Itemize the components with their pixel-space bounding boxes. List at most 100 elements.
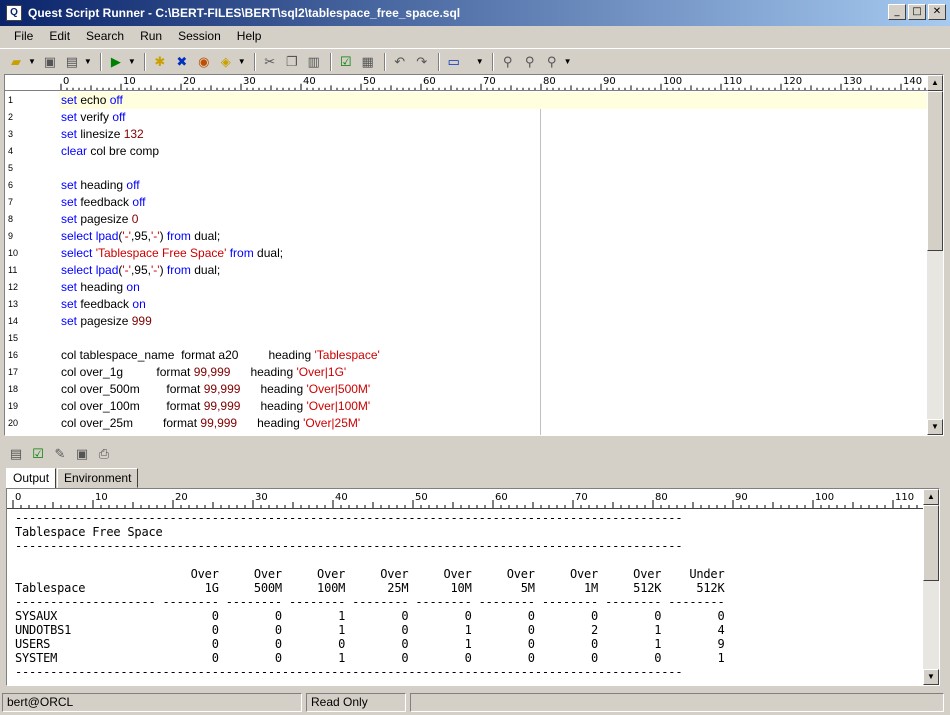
open-dropdown-icon[interactable]: ▼ (28, 57, 36, 66)
code-line[interactable]: col over_25m format 99,999 heading 'Over… (59, 415, 928, 432)
tab-environment[interactable]: Environment (57, 468, 139, 488)
menu-file[interactable]: File (6, 29, 41, 43)
scroll-down-button[interactable]: ▼ (927, 419, 943, 435)
code-line[interactable]: set pagesize 0 (59, 211, 928, 228)
output-line: -------------------- -------- -------- -… (15, 595, 725, 609)
code-line[interactable]: set linesize 132 (59, 126, 928, 143)
menu-run[interactable]: Run (132, 29, 170, 43)
code-line[interactable]: set pagesize 999 (59, 313, 928, 330)
scroll-thumb[interactable] (927, 91, 943, 251)
run-script-icon[interactable]: ▶ (106, 52, 126, 72)
toolbar-separator (253, 52, 256, 71)
output-line: Over Over Over Over Over Over Over Over … (15, 567, 725, 581)
code-line[interactable]: set feedback on (59, 296, 928, 313)
menu-search[interactable]: Search (78, 29, 132, 43)
ruler-label: 70 (483, 76, 496, 87)
sql-editor[interactable]: 0 10 20 30 40 50 60 70 80 90 100 110 120 130 140 12345… (4, 74, 944, 436)
output-vertical-scrollbar[interactable]: ▲ ▼ (923, 489, 939, 685)
line-number: 10 (8, 248, 19, 258)
status-connection: bert@ORCL (2, 693, 302, 712)
find-next-icon[interactable]: ⚲ (520, 52, 540, 72)
save-dropdown-icon[interactable]: ▼ (84, 57, 92, 66)
code-line[interactable]: set echo off (59, 92, 928, 109)
output-toolbar: ▤ ☑ ✎ ▣ ⎙ (6, 442, 116, 466)
ruler-label: 40 (303, 76, 316, 87)
disconnect-icon[interactable]: ✖ (172, 52, 192, 72)
toolbar-separator (143, 52, 146, 71)
code-line[interactable]: col over_1g format 99,999 heading 'Over|… (59, 364, 928, 381)
redo-icon[interactable]: ↷ (412, 52, 432, 72)
toolbar-separator (383, 52, 386, 71)
code-line[interactable]: select 'Tablespace Free Space' from dual… (59, 245, 928, 262)
window-icon[interactable]: ▭ (444, 52, 464, 72)
code-line[interactable]: col over_500m format 99,999 heading 'Ove… (59, 381, 928, 398)
clear-output-icon[interactable]: ✎ (50, 444, 70, 464)
code-line[interactable]: clear col bre comp (59, 143, 928, 160)
close-button[interactable]: ✕ (928, 4, 946, 20)
ruler-label: 140 (903, 76, 922, 87)
replace-icon[interactable]: ⚲ (542, 52, 562, 72)
code-line[interactable]: select lpad('-',95,'-') from dual; (59, 262, 928, 279)
code-line[interactable]: set heading on (59, 279, 928, 296)
code-line[interactable]: col tablespace_name format a20 heading '… (59, 347, 928, 364)
menu-help[interactable]: Help (229, 29, 270, 43)
status-bar: bert@ORCL Read Only (0, 692, 950, 713)
paste-icon[interactable]: ▥ (304, 52, 324, 72)
copy-output-icon[interactable]: ▤ (6, 444, 26, 464)
check-output-icon[interactable]: ☑ (28, 444, 48, 464)
menu-edit[interactable]: Edit (41, 29, 78, 43)
line-number: 14 (8, 316, 19, 326)
minimize-button[interactable]: _ (888, 4, 906, 20)
print-icon[interactable]: ⎙ (94, 444, 114, 464)
output-panel[interactable]: 0 10 20 30 40 50 60 70 80 90 100 110 --------------… (6, 488, 940, 686)
editor-vertical-scrollbar[interactable]: ▲ ▼ (927, 75, 943, 435)
ruler-label: 20 (183, 76, 196, 87)
line-number: 17 (8, 367, 19, 377)
menu-session[interactable]: Session (170, 29, 229, 43)
line-number: 20 (8, 418, 19, 428)
ruler-label: 110 (895, 492, 914, 503)
output-text[interactable]: ----------------------------------------… (15, 511, 923, 685)
status-mode: Read Only (306, 693, 406, 712)
find-dropdown-icon[interactable]: ▼ (564, 57, 572, 66)
checklist-icon[interactable]: ☑ (336, 52, 356, 72)
open-folder-icon[interactable]: ▰ (6, 52, 26, 72)
code-line[interactable]: select lpad('-',95,'-') from dual; (59, 228, 928, 245)
code-line[interactable]: set heading off (59, 177, 928, 194)
save-output-icon[interactable]: ▣ (72, 444, 92, 464)
window-dropdown-icon[interactable]: ▼ (476, 57, 484, 66)
undo-icon[interactable]: ↶ (390, 52, 410, 72)
format-icon[interactable]: ▦ (358, 52, 378, 72)
save-as-icon[interactable]: ▤ (62, 52, 82, 72)
run-dropdown-icon[interactable]: ▼ (128, 57, 136, 66)
line-number: 18 (8, 384, 19, 394)
status-extra (410, 693, 944, 712)
commit-icon[interactable]: ◉ (194, 52, 214, 72)
line-number: 9 (8, 231, 14, 241)
output-scroll-thumb[interactable] (923, 505, 939, 581)
window-title: Quest Script Runner - C:\BERT-FILES\BERT… (28, 6, 461, 20)
scroll-up-button[interactable]: ▲ (927, 75, 943, 91)
copy-icon[interactable]: ❐ (282, 52, 302, 72)
output-scroll-up-button[interactable]: ▲ (923, 489, 939, 505)
code-line[interactable] (59, 330, 928, 347)
new-session-icon[interactable]: ✱ (150, 52, 170, 72)
code-area[interactable]: set echo off set verify off set linesize 1… (59, 92, 928, 435)
code-line[interactable]: col over_100m format 99,999 heading 'Ove… (59, 398, 928, 415)
save-icon[interactable]: ▣ (40, 52, 60, 72)
line-number: 11 (8, 265, 18, 275)
code-line[interactable]: set feedback off (59, 194, 928, 211)
cut-icon[interactable]: ✂ (260, 52, 280, 72)
line-number: 7 (8, 197, 14, 207)
session-dropdown-icon[interactable]: ▼ (238, 57, 246, 66)
output-scroll-down-button[interactable]: ▼ (923, 669, 939, 685)
pane-splitter[interactable] (0, 437, 950, 441)
code-line[interactable]: set verify off (59, 109, 928, 126)
ruler-label: 110 (723, 76, 742, 87)
maximize-button[interactable]: □ (908, 4, 926, 20)
rollback-icon[interactable]: ◈ (216, 52, 236, 72)
find-icon[interactable]: ⚲ (498, 52, 518, 72)
tab-output[interactable]: Output (6, 468, 57, 489)
code-line[interactable] (59, 160, 928, 177)
